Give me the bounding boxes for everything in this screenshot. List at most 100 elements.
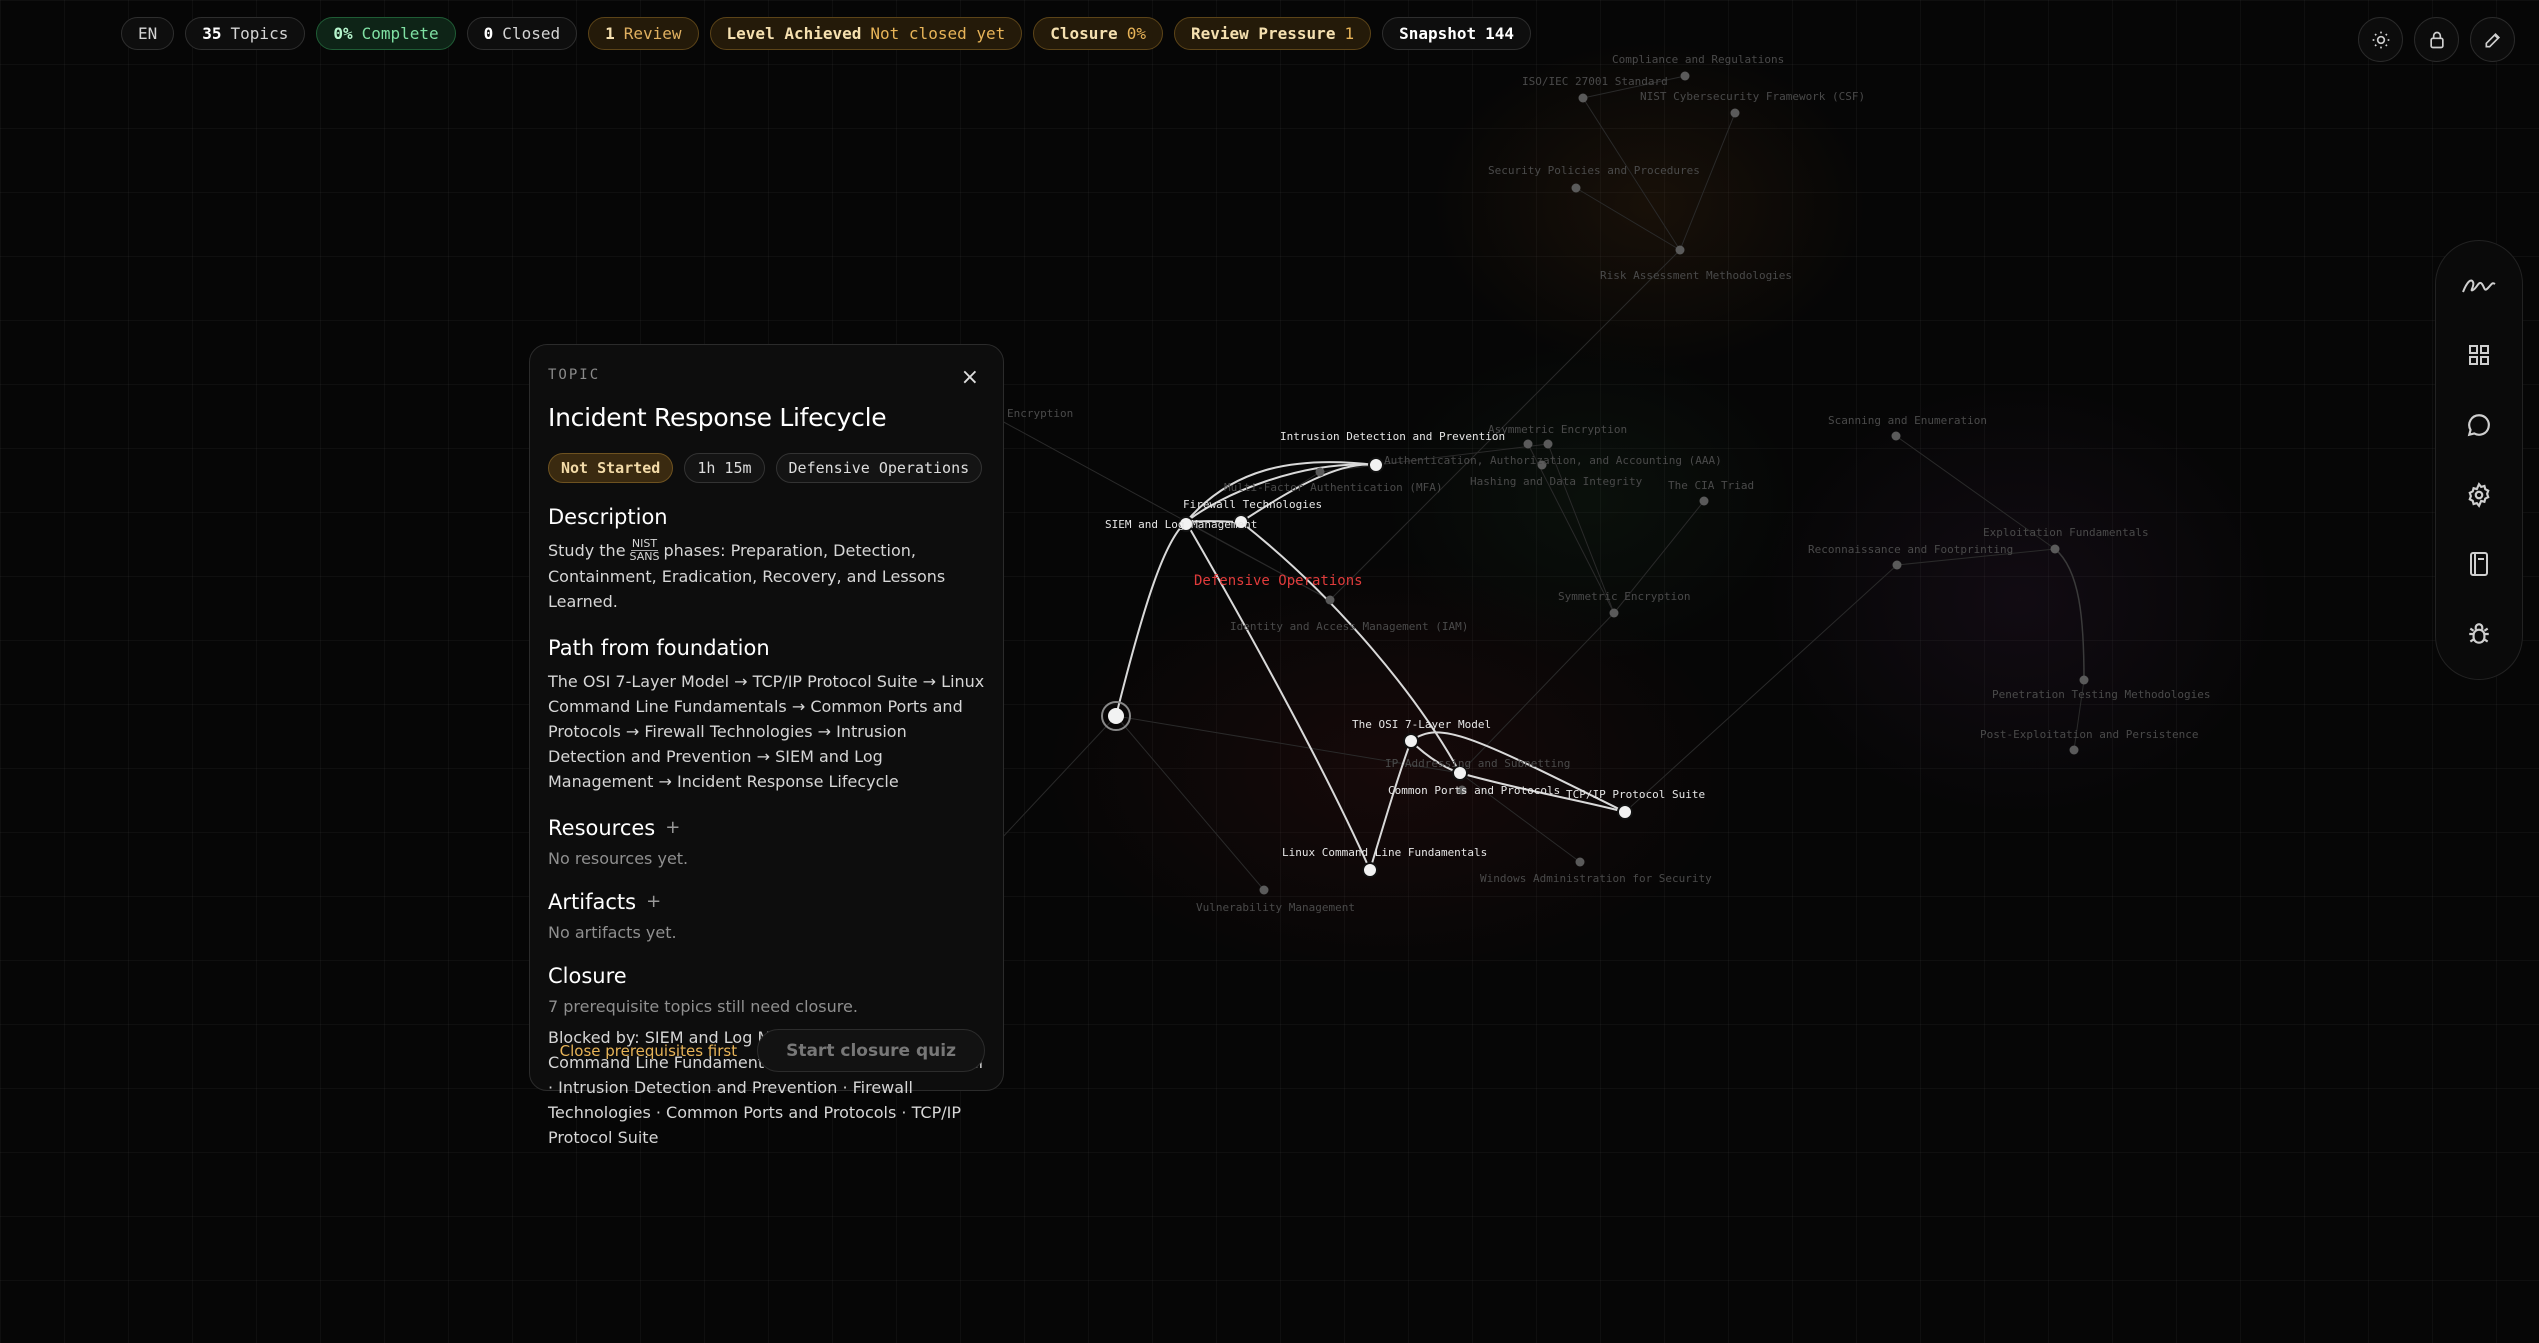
node-postex[interactable]	[2069, 745, 2079, 755]
theme-toggle-button[interactable]	[2358, 17, 2403, 62]
complete-label: Complete	[361, 24, 439, 43]
level-label: Level Achieved	[726, 24, 862, 43]
label-recon: Reconnaissance and Footprinting	[1808, 543, 2014, 556]
node-asym-a[interactable]	[1523, 439, 1533, 449]
review-label: Review	[623, 24, 682, 43]
status-bar: EN 35 Topics 0% Complete 0 Closed 1 Review L…	[121, 17, 1532, 50]
label-ids: Intrusion Detection and Prevention	[1280, 430, 1506, 443]
add-resource-button[interactable]: +	[665, 817, 680, 838]
node-windows[interactable]	[1575, 857, 1585, 867]
artifacts-heading-text: Artifacts	[548, 889, 637, 914]
rail-notebook-button[interactable]	[2459, 544, 2499, 584]
rail-chat-button[interactable]	[2459, 405, 2499, 445]
label-vuln: Vulnerability Management	[1196, 901, 1355, 914]
label-scanning: Scanning and Enumeration	[1828, 414, 1987, 427]
label-postex: Post-Exploitation and Persistence	[1980, 728, 2199, 741]
label-sym: Symmetric Encryption	[1558, 590, 1691, 603]
description-stack-bottom: SANS	[629, 549, 660, 563]
label-cia: The CIA Triad	[1668, 479, 1755, 492]
label-risk: Risk Assessment Methodologies	[1600, 269, 1793, 282]
label-mfa: Multi-Factor Authentication (MFA)	[1224, 481, 1443, 494]
node-exploit[interactable]	[2050, 544, 2060, 554]
gear-icon	[2468, 481, 2490, 508]
edge	[1575, 187, 1681, 251]
node-risk[interactable]	[1675, 245, 1685, 255]
description-text: Study the NIST SANS phases: Preparation, De…	[548, 538, 985, 614]
node-ids[interactable]	[1368, 457, 1384, 473]
lock-button[interactable]	[2414, 17, 2459, 62]
rail-settings-button[interactable]	[2459, 475, 2499, 515]
node-pentest[interactable]	[2079, 675, 2089, 685]
node-cia[interactable]	[1699, 496, 1709, 506]
label-asym: Asymmetric Encryption	[1488, 423, 1628, 436]
pressure-badge: Review Pressure 1	[1173, 17, 1372, 50]
node-nist[interactable]	[1730, 108, 1740, 118]
status-badge[interactable]: Not Started	[548, 453, 674, 483]
artifacts-empty: No artifacts yet.	[548, 922, 677, 942]
pressure-label: Review Pressure	[1190, 24, 1336, 43]
description-heading: Description	[548, 505, 985, 529]
node-iso[interactable]	[1578, 93, 1588, 103]
node-incident-response[interactable]	[1108, 708, 1124, 724]
label-nist: NIST Cybersecurity Framework (CSF)	[1640, 90, 1866, 103]
edge	[1679, 112, 1736, 251]
language-label: EN	[138, 24, 158, 43]
rail-grid-button[interactable]	[2459, 335, 2499, 375]
resources-heading: Resources +	[548, 816, 985, 840]
path-heading: Path from foundation	[548, 636, 985, 660]
book-icon	[2470, 552, 2488, 577]
rail-signature-button[interactable]	[2459, 266, 2499, 306]
node-linux[interactable]	[1362, 862, 1378, 878]
label-hashing: Hashing and Data Integrity	[1470, 475, 1643, 488]
description-heading-text: Description	[548, 505, 668, 529]
label-windows: Windows Administration for Security	[1480, 872, 1712, 885]
closure-badge: Closure 0%	[1033, 17, 1163, 50]
level-value: Not closed yet	[870, 24, 1006, 43]
close-icon[interactable]: ×	[961, 367, 979, 389]
review-badge[interactable]: 1 Review	[588, 17, 699, 50]
label-firewall: Firewall Technologies	[1183, 498, 1323, 511]
snapshot-badge: Snapshot 144	[1382, 17, 1532, 50]
edge-focus-siem	[1115, 521, 1187, 717]
topics-badge: 35 Topics	[185, 17, 306, 50]
node-scanning[interactable]	[1891, 431, 1901, 441]
node-mfa[interactable]	[1315, 467, 1325, 477]
closure-heading: Closure	[548, 964, 985, 988]
chat-icon	[2467, 414, 2490, 437]
label-ip: IP Addressing and Subnetting	[1385, 757, 1571, 770]
topics-label: Topics	[230, 24, 289, 43]
close-prerequisites-hint: Close prerequisites first	[559, 1041, 738, 1060]
start-closure-quiz-button[interactable]: Start closure quiz	[757, 1029, 985, 1072]
topic-panel: TOPIC × Incident Response Lifecycle Not …	[529, 344, 1004, 1147]
language-toggle[interactable]: EN	[121, 17, 175, 50]
topic-title: Incident Response Lifecycle	[548, 403, 887, 432]
node-tcpip[interactable]	[1617, 804, 1633, 820]
node-iam[interactable]	[1325, 595, 1335, 605]
node-osi[interactable]	[1403, 733, 1419, 749]
path-heading-text: Path from foundation	[548, 635, 770, 660]
edit-button[interactable]	[2470, 17, 2515, 62]
label-iam: Identity and Access Management (IAM)	[1230, 620, 1469, 633]
pencil-icon	[2485, 32, 2500, 47]
label-pentest: Penetration Testing Methodologies	[1992, 688, 2211, 701]
closed-label: Closed	[502, 24, 561, 43]
node-asym-b[interactable]	[1543, 439, 1553, 449]
closure-label: Closure	[1050, 24, 1118, 43]
node-policies[interactable]	[1571, 183, 1581, 193]
bug-icon	[2469, 623, 2489, 644]
rail-debug-button[interactable]	[2459, 614, 2499, 654]
lock-icon	[2429, 31, 2444, 48]
add-artifact-button[interactable]: +	[646, 891, 661, 912]
closure-note: 7 prerequisite topics still need closure…	[548, 996, 858, 1016]
path-text: The OSI 7-Layer Model → TCP/IP Protocol …	[548, 671, 985, 791]
node-compliance[interactable]	[1680, 71, 1690, 81]
node-sym[interactable]	[1609, 608, 1619, 618]
topics-count: 35	[202, 24, 222, 43]
node-recon[interactable]	[1892, 560, 1902, 570]
label-tcpip: TCP/IP Protocol Suite	[1566, 788, 1706, 801]
node-vuln[interactable]	[1259, 885, 1269, 895]
label-policies: Security Policies and Procedures	[1488, 164, 1700, 177]
pressure-value: 1	[1344, 24, 1355, 43]
topic-graph	[999, 71, 2089, 895]
label-compliance: Compliance and Regulations	[1612, 53, 1785, 66]
